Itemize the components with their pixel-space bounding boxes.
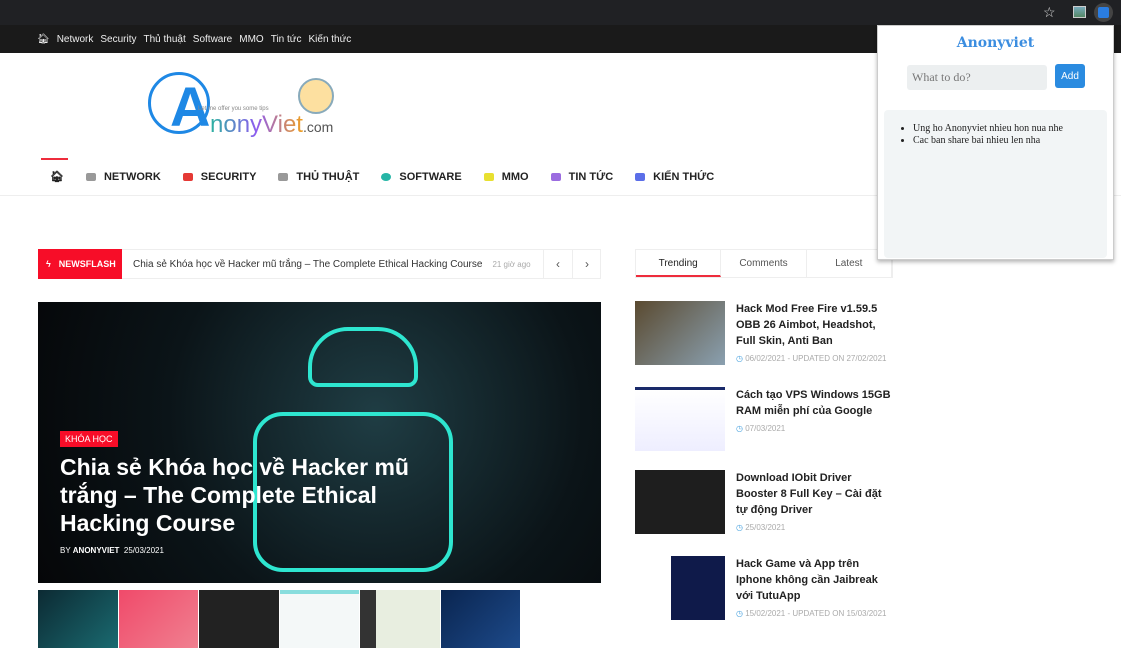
post-date: ◷ 06/02/2021 - UPDATED ON 27/02/2021 (736, 354, 886, 363)
hero-meta: BY ANONYVIET 25/03/2021 (60, 546, 164, 555)
active-indicator (41, 158, 68, 160)
tab-trending[interactable]: Trending (636, 250, 722, 277)
clock-icon: ◷ (736, 424, 743, 433)
site-logo[interactable]: A Let me offer you some tips nonyViet.co… (148, 72, 348, 140)
topnav-kien-thuc[interactable]: Kiến thức (308, 34, 351, 45)
post-date: ◷ 15/02/2021 - UPDATED ON 15/03/2021 (736, 609, 886, 618)
newspaper-icon (550, 172, 561, 181)
todo-item[interactable]: Cac ban share bai nhieu len nha (913, 135, 1073, 147)
author-link[interactable]: ANONYVIET (73, 546, 120, 555)
popup-title: Anonyviet (956, 35, 1035, 51)
book-icon (635, 172, 646, 181)
clock-icon: ◷ (736, 354, 743, 363)
todo-input[interactable] (907, 65, 1047, 90)
home-icon[interactable]: 🏠︎ (37, 34, 50, 45)
post-thumbnail[interactable] (635, 301, 725, 365)
topnav-software[interactable]: Software (193, 34, 232, 45)
bolt-icon: ϟ (46, 258, 51, 269)
browser-toolbar: ☆ (0, 0, 1121, 25)
thumbnail[interactable] (279, 590, 360, 648)
post-date-text: 06/02/2021 - UPDATED ON 27/02/2021 (745, 354, 887, 363)
post-date-text: 25/03/2021 (745, 523, 786, 532)
todo-list: Ung ho Anonyviet nhieu hon nua nhe Cac b… (884, 110, 1107, 258)
logo-suffix: .com (302, 119, 334, 135)
thumbnail[interactable] (199, 590, 279, 648)
keyboard-icon (278, 172, 289, 181)
thumbnail[interactable] (38, 590, 118, 648)
nav-security[interactable]: SECURITY (182, 170, 257, 183)
topnav-security[interactable]: Security (100, 34, 136, 45)
post-thumbnail[interactable] (635, 556, 725, 620)
post-title[interactable]: Hack Game và App trên Iphone không cần J… (736, 556, 896, 604)
nav-software[interactable]: SOFTWARE (381, 170, 462, 183)
nav-label: SOFTWARE (399, 170, 462, 183)
todo-item[interactable]: Ung ho Anonyviet nhieu hon nua nhe (913, 123, 1073, 135)
topnav-thu-thuat[interactable]: Thủ thuật (144, 34, 186, 45)
hero-title[interactable]: Chia sẻ Khóa học về Hacker mũ trắng – Th… (60, 453, 430, 537)
nav-label: MMO (501, 170, 529, 183)
tab-comments[interactable]: Comments (721, 250, 807, 277)
software-icon (381, 172, 392, 181)
post-title[interactable]: Cách tạo VPS Windows 15GB RAM miễn phí c… (736, 387, 896, 419)
next-button[interactable]: › (572, 250, 601, 278)
category-badge[interactable]: KHÓA HỌC (60, 431, 118, 447)
post-date-text: 07/03/2021 (745, 424, 786, 433)
extension-popup: Anonyviet Add Ung ho Anonyviet nhieu hon… (877, 25, 1114, 260)
post-thumbnail[interactable] (635, 387, 725, 451)
post-date: ◷ 07/03/2021 (736, 424, 785, 433)
hero-article[interactable]: KHÓA HỌC Chia sẻ Khóa học về Hacker mũ t… (38, 302, 601, 583)
nav-kien-thuc[interactable]: KIẾN THỨC (635, 171, 714, 183)
thumbnail-strip (38, 590, 602, 648)
sidebar-tabs: Trending Comments Latest (635, 249, 893, 278)
newsflash-time: 21 giờ ago (492, 259, 531, 269)
nav-mmo[interactable]: MMO (483, 170, 529, 183)
home-icon: 🏠︎ (50, 171, 64, 183)
nav-label: KIẾN THỨC (653, 170, 715, 183)
nav-thu-thuat[interactable]: THỦ THUẬT (278, 171, 359, 183)
nav-tin-tuc[interactable]: TIN TỨC (550, 170, 614, 183)
by-label: BY (60, 546, 71, 555)
topnav-mmo[interactable]: MMO (239, 34, 263, 45)
nav-label: NETWORK (103, 170, 161, 183)
newsflash-label: ϟ NEWSFLASH (38, 248, 122, 279)
add-button[interactable]: Add (1055, 64, 1085, 88)
logo-text: nonyViet.com (210, 112, 333, 140)
signal-icon (85, 172, 96, 181)
post-date: ◷ 25/03/2021 (736, 523, 785, 532)
logo-name: nonyViet (210, 111, 303, 138)
nav-home[interactable]: 🏠︎ (50, 170, 64, 183)
mascot-icon (298, 78, 334, 114)
thumbnail[interactable] (440, 590, 521, 648)
newsflash-title[interactable]: Chia sẻ Khóa học về Hacker mũ trắng – Th… (133, 259, 482, 270)
newsflash-text: NEWSFLASH (58, 258, 116, 269)
post-title[interactable]: Download IObit Driver Booster 8 Full Key… (736, 470, 896, 518)
post-thumbnail[interactable] (635, 470, 725, 534)
thumbnail[interactable] (118, 590, 199, 648)
clock-icon: ◷ (736, 609, 743, 618)
thumbnail[interactable] (360, 590, 440, 648)
hacker-hat-graphic (308, 327, 418, 387)
newsflash-bar: ϟ NEWSFLASH Chia sẻ Khóa học về Hacker mũ… (38, 248, 601, 279)
anonyviet-extension-icon[interactable] (1094, 3, 1113, 22)
star-icon[interactable]: ☆ (1043, 4, 1056, 21)
nav-label: THỦ THUẬT (296, 170, 360, 183)
topnav-network[interactable]: Network (57, 34, 94, 45)
prev-button[interactable]: ‹ (543, 250, 572, 278)
post-title[interactable]: Hack Mod Free Fire v1.59.5 OBB 26 Aimbot… (736, 301, 896, 349)
post-date-text: 15/02/2021 - UPDATED ON 15/03/2021 (745, 609, 887, 618)
topnav-tin-tuc[interactable]: Tin tức (271, 34, 302, 45)
nav-label: TIN TỨC (568, 170, 614, 183)
thumbnail[interactable] (521, 590, 602, 648)
nav-network[interactable]: NETWORK (85, 170, 161, 183)
image-extension-icon[interactable] (1073, 6, 1086, 18)
money-icon (483, 172, 494, 181)
nav-label: SECURITY (200, 170, 257, 183)
clock-icon: ◷ (736, 523, 743, 532)
hero-date: 25/03/2021 (123, 546, 164, 555)
shield-icon (182, 172, 193, 181)
